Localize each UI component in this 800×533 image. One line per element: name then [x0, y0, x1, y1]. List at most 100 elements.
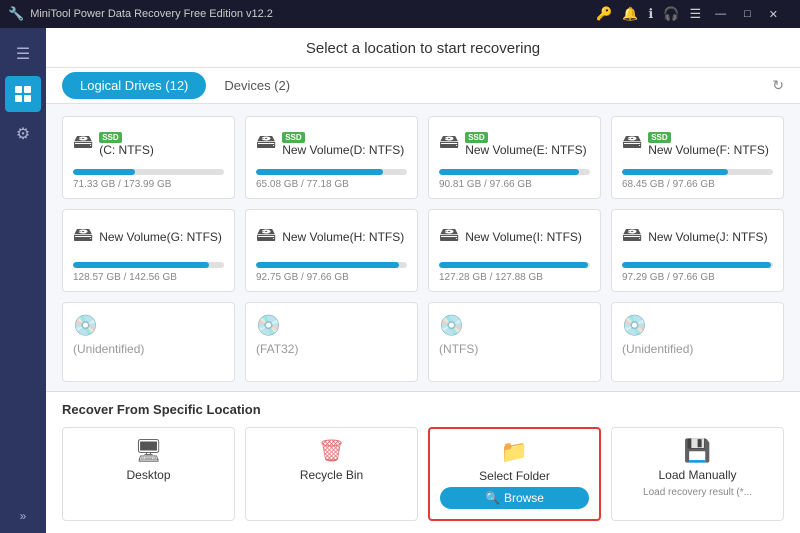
drive-icon: 💿 [439, 313, 464, 338]
drive-label-group: New Volume(J: NTFS) [648, 230, 767, 244]
app-icon: 🔧 [8, 6, 24, 22]
location-card-recycle[interactable]: 🗑 Recycle Bin [245, 427, 418, 521]
recycle-icon: 🗑 [318, 438, 346, 464]
drive-name: New Volume(D: NTFS) [282, 143, 404, 157]
close-button[interactable]: ✕ [765, 8, 782, 21]
sidebar: ☰ ⚙ » [0, 28, 46, 533]
drive-badge: SSD [99, 132, 121, 143]
sidebar-item-menu[interactable]: ☰ [5, 36, 41, 72]
load-manually-sub: Load recovery result (*... [643, 486, 752, 499]
content-area: Select a location to start recovering Lo… [46, 28, 800, 533]
drive-size: 128.57 GB / 142.56 GB [73, 272, 224, 283]
drive-progress-bar [622, 169, 773, 175]
drive-card-top: 🖴 SSD New Volume(E: NTFS) [439, 127, 590, 161]
titlebar: 🔧 MiniTool Power Data Recovery Free Edit… [0, 0, 800, 28]
manual-icon: 💾 [684, 438, 711, 464]
specific-location-section: Recover From Specific Location 🖥 Desktop… [46, 391, 800, 533]
drive-icon: 🖴 [622, 127, 642, 161]
drive-progress-fill [256, 169, 383, 175]
drive-progress-fill [439, 262, 588, 268]
minimize-button[interactable]: — [711, 8, 730, 20]
maximize-button[interactable]: □ [740, 8, 755, 20]
drive-progress-bar [73, 262, 224, 268]
drive-size: 68.45 GB / 97.66 GB [622, 179, 773, 190]
drive-card-4[interactable]: 🖴 New Volume(G: NTFS) 128.57 GB / 142.56… [62, 209, 235, 292]
drive-progress-fill [622, 262, 771, 268]
drive-badge: SSD [282, 132, 304, 143]
drive-card-top: 🖴 New Volume(I: NTFS) [439, 220, 590, 254]
drive-icon: 🖴 [439, 220, 459, 254]
drive-label-group: New Volume(H: NTFS) [282, 230, 404, 244]
location-card-manual[interactable]: 💾 Load Manually Load recovery result (*.… [611, 427, 784, 521]
drive-size: 127.28 GB / 127.88 GB [439, 272, 590, 283]
drive-label-group: SSD (C: NTFS) [99, 132, 154, 157]
search-icon: 🔍 [485, 491, 500, 505]
hamburger-icon[interactable]: ☰ [689, 6, 701, 22]
drive-label-group: New Volume(I: NTFS) [465, 230, 582, 244]
bell-icon[interactable]: 🔔 [622, 6, 638, 22]
drive-icon: 💿 [256, 313, 281, 338]
drive-card-top: 🖴 SSD (C: NTFS) [73, 127, 224, 161]
folder-icon: 📁 [501, 439, 528, 465]
drive-name: New Volume(J: NTFS) [648, 230, 767, 244]
tab-devices[interactable]: Devices (2) [206, 70, 308, 101]
sidebar-expand-button[interactable]: » [20, 509, 27, 533]
drive-badge: SSD [465, 132, 487, 143]
drive-name: New Volume(I: NTFS) [465, 230, 582, 244]
page-header: Select a location to start recovering [46, 28, 800, 68]
browse-label: Browse [504, 491, 544, 505]
drive-icon: 🖴 [73, 220, 93, 254]
title-icons: 🔑 🔔 ℹ 🎧 ☰ — □ ✕ [596, 6, 782, 22]
drive-card-2[interactable]: 🖴 SSD New Volume(E: NTFS) 90.81 GB / 97.… [428, 116, 601, 199]
drive-progress-fill [73, 169, 135, 175]
drive-name: (Unidentified) [73, 342, 224, 356]
sidebar-item-recover[interactable] [5, 76, 41, 112]
drive-card-top: 🖴 SSD New Volume(F: NTFS) [622, 127, 773, 161]
headphone-icon[interactable]: 🎧 [663, 6, 679, 22]
drive-size: 97.29 GB / 97.66 GB [622, 272, 773, 283]
drive-icon: 💿 [622, 313, 647, 338]
drive-label-group: SSD New Volume(D: NTFS) [282, 132, 404, 157]
drive-label-group: SSD New Volume(F: NTFS) [648, 132, 769, 157]
drive-icon: 🖴 [439, 127, 459, 161]
drive-card-11[interactable]: 💿 (Unidentified) [611, 302, 784, 382]
recover-icon [13, 84, 33, 104]
browse-button[interactable]: 🔍 Browse [440, 487, 589, 509]
drive-card-top: 🖴 New Volume(H: NTFS) [256, 220, 407, 254]
sidebar-item-settings[interactable]: ⚙ [5, 116, 41, 152]
specific-section-title: Recover From Specific Location [62, 402, 784, 417]
drive-icon: 🖴 [622, 220, 642, 254]
drive-label-group: SSD New Volume(E: NTFS) [465, 132, 586, 157]
drive-size: 90.81 GB / 97.66 GB [439, 179, 590, 190]
drive-card-top: 💿 [73, 313, 224, 338]
drive-card-10[interactable]: 💿 (NTFS) [428, 302, 601, 382]
location-card-desktop[interactable]: 🖥 Desktop [62, 427, 235, 521]
refresh-icon[interactable]: ↻ [772, 77, 784, 94]
drive-card-8[interactable]: 💿 (Unidentified) [62, 302, 235, 382]
drive-card-9[interactable]: 💿 (FAT32) [245, 302, 418, 382]
location-card-folder[interactable]: 📁 Select Folder 🔍 Browse [428, 427, 601, 521]
drive-progress-bar [256, 169, 407, 175]
drive-card-1[interactable]: 🖴 SSD New Volume(D: NTFS) 65.08 GB / 77.… [245, 116, 418, 199]
location-name: Select Folder [479, 469, 550, 483]
info-icon[interactable]: ℹ [648, 6, 653, 22]
drive-name: New Volume(F: NTFS) [648, 143, 769, 157]
drive-card-3[interactable]: 🖴 SSD New Volume(F: NTFS) 68.45 GB / 97.… [611, 116, 784, 199]
drive-name: (FAT32) [256, 342, 407, 356]
drive-name: New Volume(G: NTFS) [99, 230, 222, 244]
drive-name: New Volume(H: NTFS) [282, 230, 404, 244]
drive-card-6[interactable]: 🖴 New Volume(I: NTFS) 127.28 GB / 127.88… [428, 209, 601, 292]
drive-card-top: 💿 [622, 313, 773, 338]
tab-bar: Logical Drives (12) Devices (2) ↻ [46, 68, 800, 104]
drive-progress-bar [622, 262, 773, 268]
drive-card-0[interactable]: 🖴 SSD (C: NTFS) 71.33 GB / 173.99 GB [62, 116, 235, 199]
drive-grid: 🖴 SSD (C: NTFS) 71.33 GB / 173.99 GB 🖴 S… [62, 116, 784, 382]
drive-name: New Volume(E: NTFS) [465, 143, 586, 157]
key-icon[interactable]: 🔑 [596, 6, 612, 22]
tab-logical-drives[interactable]: Logical Drives (12) [62, 72, 206, 99]
drive-card-top: 🖴 New Volume(G: NTFS) [73, 220, 224, 254]
drive-card-5[interactable]: 🖴 New Volume(H: NTFS) 92.75 GB / 97.66 G… [245, 209, 418, 292]
drive-name: (NTFS) [439, 342, 590, 356]
drive-size: 71.33 GB / 173.99 GB [73, 179, 224, 190]
drive-card-7[interactable]: 🖴 New Volume(J: NTFS) 97.29 GB / 97.66 G… [611, 209, 784, 292]
